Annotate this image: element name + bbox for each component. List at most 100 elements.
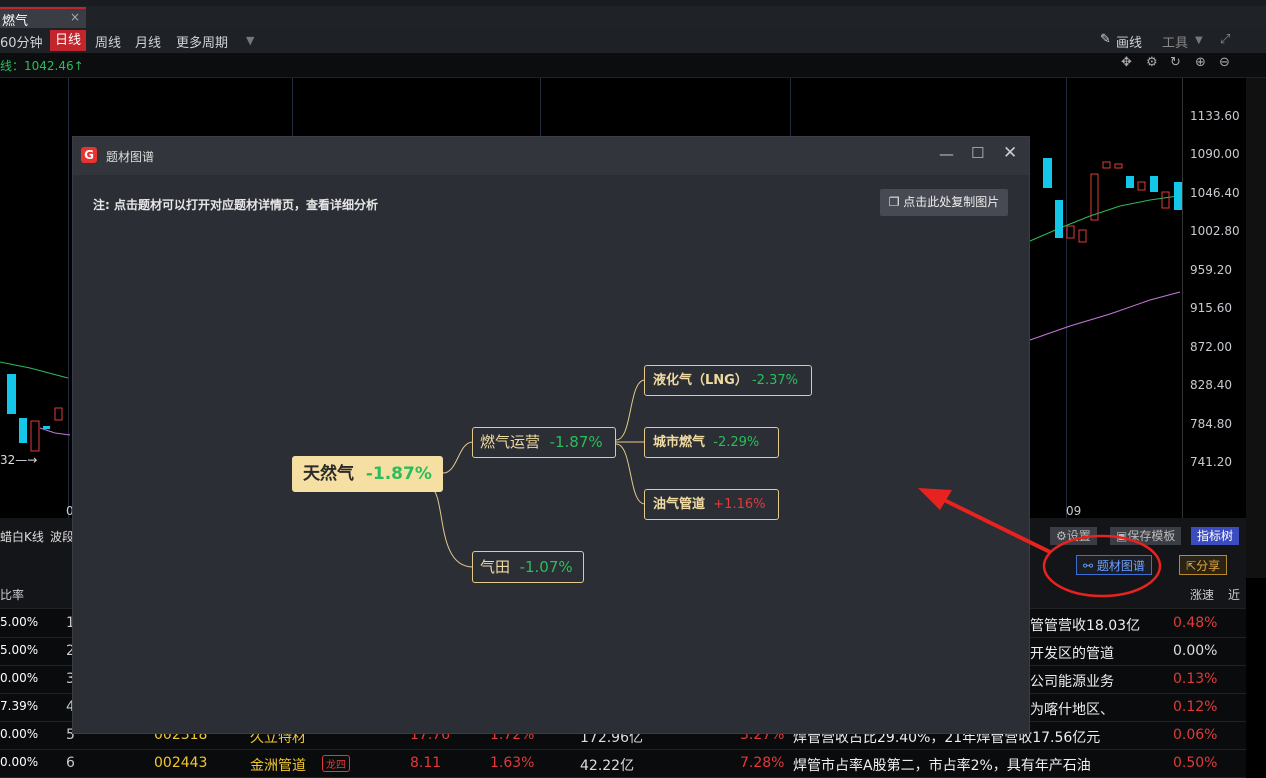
topic-name: 液化气（LNG） xyxy=(653,373,748,388)
col-speed-cell: 0.50% xyxy=(1173,755,1218,771)
col-speed-cell: 0.48% xyxy=(1173,615,1218,631)
graph-icon: ⚯ xyxy=(1083,559,1097,573)
candle xyxy=(1043,158,1052,188)
topic-name: 燃气运营 xyxy=(480,433,541,451)
col-desc-cell: 开发区的管道 xyxy=(1030,646,1114,662)
col-ratio-cell: 7.39% xyxy=(0,699,39,713)
arrow-head xyxy=(918,488,952,510)
col-recent[interactable]: 近 xyxy=(1228,586,1240,603)
col-ratio-cell: 0.00% xyxy=(0,727,39,741)
col-speed-cell: 0.06% xyxy=(1173,727,1218,743)
candle xyxy=(1150,176,1158,192)
topic-pct: -2.37% xyxy=(751,373,798,388)
topic-name: 气田 xyxy=(480,558,511,576)
col-desc-cell: 为喀什地区、 xyxy=(1030,702,1114,718)
candle xyxy=(1161,191,1170,209)
col-code-cell: 002443 xyxy=(154,755,208,771)
col-ratio-cell: 5.00% xyxy=(0,615,39,629)
indicator-tree-button[interactable]: 指标树 xyxy=(1191,527,1240,545)
root-topic-node[interactable]: 天然气 -1.87% xyxy=(292,456,443,492)
tab-title: 燃气 xyxy=(2,14,29,29)
topic-graph-button[interactable]: ⚯ 题材图谱 xyxy=(1076,555,1152,575)
candle xyxy=(54,407,63,421)
chevron-down-icon[interactable]: ▼ xyxy=(246,34,254,47)
tools-chevron-icon[interactable]: ▼ xyxy=(1195,35,1203,46)
y-tick: 1090.00 xyxy=(1190,147,1240,161)
col-name-cell: 金洲管道 xyxy=(250,758,306,774)
col-desc-cell: 焊管市占率A股第二，市占率2%，具有年产石油 xyxy=(793,758,1091,774)
topic-pct: -2.29% xyxy=(713,435,760,450)
y-tick: 741.20 xyxy=(1190,455,1232,469)
candle xyxy=(1078,229,1087,243)
annotation-layer xyxy=(918,488,1162,598)
candle xyxy=(1055,200,1063,238)
candle xyxy=(1137,181,1146,191)
zoom-out-icon[interactable]: ⊖ xyxy=(1219,55,1230,70)
y-tick: 1002.80 xyxy=(1190,224,1240,238)
ma-line xyxy=(1029,195,1179,242)
y-tick: 1133.60 xyxy=(1190,109,1240,123)
ma-line xyxy=(1029,291,1181,341)
col-index-cell: 6 xyxy=(66,755,75,771)
candle xyxy=(1174,182,1182,210)
period-day[interactable]: 日线 xyxy=(50,30,87,51)
period-more[interactable]: 更多周期 xyxy=(176,32,228,51)
topic-graph-label: 题材图谱 xyxy=(1096,559,1145,573)
col-rise-speed[interactable]: 涨速 xyxy=(1190,586,1214,603)
col-ratio[interactable]: 比率 xyxy=(0,586,24,603)
zoom-in-icon[interactable]: ⊕ xyxy=(1195,55,1206,70)
move-icon[interactable]: ✥ xyxy=(1121,55,1132,70)
topic-pct: -1.87% xyxy=(549,433,603,451)
candle xyxy=(19,418,27,443)
pencil-icon[interactable]: ✎ xyxy=(1100,32,1111,47)
table-row[interactable]: 0.00% 6 002443 金洲管道 8.11 1.63% 42.22亿 7.28% 焊管市占… xyxy=(0,749,1246,778)
share-label: 分享 xyxy=(1196,559,1221,573)
ma-line xyxy=(39,427,71,436)
left-price-label: 32—→ xyxy=(0,453,38,467)
period-month[interactable]: 月线 xyxy=(135,32,161,51)
topic-name: 油气管道 xyxy=(653,497,706,512)
y-tick: 828.40 xyxy=(1190,378,1232,392)
left-price-value: 32 xyxy=(0,453,16,467)
candle xyxy=(1066,225,1075,239)
topic-pct: -1.07% xyxy=(519,558,573,576)
col-speed-cell: 0.12% xyxy=(1173,699,1218,715)
annotation-arrow xyxy=(939,496,1051,554)
expand-icon[interactable]: ⤢ xyxy=(1220,32,1230,47)
period-week[interactable]: 周线 xyxy=(95,32,121,51)
col-ratio-cell: 0.00% xyxy=(0,755,39,769)
draw-line-button[interactable]: 画线 xyxy=(1116,32,1142,51)
tab-gas[interactable]: 燃气 × xyxy=(0,7,86,29)
candle xyxy=(1126,176,1134,188)
col-speed-cell: 0.13% xyxy=(1173,671,1218,687)
indicator-info-bar: 线：1042.46↑ ✥ ⚙ ↻ ⊕ ⊖ xyxy=(0,53,1266,78)
candle xyxy=(7,374,16,414)
right-scroll-panel[interactable] xyxy=(1246,78,1266,578)
topic-graph-dialog: G 题材图谱 — ☐ ✕ 注: 点击题材可以打开对应题材详情页，查看详细分析 ❐… xyxy=(72,136,1030,734)
topic-name: 城市燃气 xyxy=(653,435,706,450)
col-desc-cell: 管管营收18.03亿 xyxy=(1030,618,1141,634)
y-tick: 872.00 xyxy=(1190,340,1232,354)
topic-node-lng[interactable]: 液化气（LNG） -2.37% xyxy=(644,365,812,396)
candle xyxy=(1102,161,1111,169)
tools-menu[interactable]: 工具 xyxy=(1162,32,1188,51)
col-pct-cell: 1.63% xyxy=(490,755,535,771)
col-desc-cell: 公司能源业务 xyxy=(1030,674,1114,690)
share-button[interactable]: ⇱分享 xyxy=(1179,555,1228,575)
period-60min[interactable]: 60分钟 xyxy=(0,32,43,51)
col-ratio-cell: 0.00% xyxy=(0,671,39,685)
topic-node-oil-gas-pipeline[interactable]: 油气管道 +1.16% xyxy=(644,489,779,520)
ma-value: 线：1042.46↑ xyxy=(0,59,84,73)
topic-node-gas-field[interactable]: 气田 -1.07% xyxy=(472,551,584,583)
tab-close-icon[interactable]: × xyxy=(70,10,80,24)
col-pct2-cell: 7.28% xyxy=(740,755,785,771)
candle xyxy=(1114,163,1123,169)
refresh-icon[interactable]: ↻ xyxy=(1170,55,1181,70)
topic-node-city-gas[interactable]: 城市燃气 -2.29% xyxy=(644,427,779,458)
tab-wave[interactable]: 波段 xyxy=(50,528,74,545)
gear-icon[interactable]: ⚙ xyxy=(1146,55,1158,70)
period-bar: 60分钟 日线 周线 月线 更多周期 ▼ ✎ 画线 工具 ▼ ⤢ xyxy=(0,28,1266,53)
tab-kline-type[interactable]: 蜡白K线 xyxy=(0,528,44,545)
candle xyxy=(43,426,50,429)
topic-node-gas-operation[interactable]: 燃气运营 -1.87% xyxy=(472,427,616,458)
